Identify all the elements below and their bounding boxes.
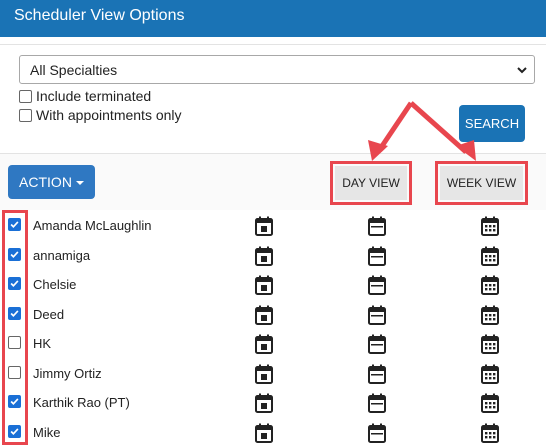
- calendar-grid-icon[interactable]: [481, 393, 499, 413]
- provider-row: Amanda McLaughlin: [0, 211, 546, 241]
- include-terminated-option[interactable]: Include terminated: [19, 88, 151, 104]
- calendar-day-icon[interactable]: [255, 364, 273, 384]
- with-appointments-option[interactable]: With appointments only: [19, 107, 182, 123]
- calendar-day-icon[interactable]: [255, 423, 273, 443]
- provider-checkbox[interactable]: [8, 218, 21, 231]
- calendar-grid-icon[interactable]: [481, 364, 499, 384]
- provider-row: Jimmy Ortiz: [0, 359, 546, 389]
- calendar-blank-icon[interactable]: [368, 334, 386, 354]
- calendar-blank-icon[interactable]: [368, 423, 386, 443]
- with-appointments-label: With appointments only: [36, 107, 182, 123]
- provider-name: annamiga: [33, 247, 91, 263]
- calendar-grid-icon[interactable]: [481, 275, 499, 295]
- provider-name: Amanda McLaughlin: [33, 218, 152, 233]
- day-view-button[interactable]: DAY VIEW: [335, 166, 407, 200]
- action-button-label: ACTION: [19, 174, 72, 190]
- specialty-select-value: All Specialties: [30, 62, 118, 78]
- specialty-select[interactable]: All Specialties: [19, 55, 535, 84]
- provider-checkbox[interactable]: [8, 395, 21, 408]
- week-view-button[interactable]: WEEK VIEW: [440, 166, 523, 200]
- calendar-blank-icon[interactable]: [368, 275, 386, 295]
- calendar-grid-icon[interactable]: [481, 216, 499, 236]
- calendar-day-icon[interactable]: [255, 216, 273, 236]
- provider-name: HK: [33, 336, 52, 351]
- filter-panel: All Specialties Include terminated With …: [0, 44, 546, 154]
- title-bar: Scheduler View Options: [0, 0, 546, 37]
- provider-row: Deed: [0, 300, 546, 330]
- action-button[interactable]: ACTION: [8, 165, 95, 199]
- provider-name: Jimmy Ortiz: [33, 365, 102, 381]
- calendar-grid-icon[interactable]: [481, 423, 499, 443]
- calendar-day-icon[interactable]: [255, 334, 273, 354]
- chevron-down-icon: [517, 67, 527, 74]
- search-button[interactable]: SEARCH: [459, 105, 525, 142]
- calendar-grid-icon[interactable]: [481, 334, 499, 354]
- provider-row: HK: [0, 329, 546, 359]
- calendar-day-icon[interactable]: [255, 275, 273, 295]
- calendar-grid-icon[interactable]: [481, 305, 499, 325]
- provider-checkbox[interactable]: [8, 277, 21, 290]
- provider-row: Karthik Rao (PT): [0, 388, 546, 418]
- provider-row: annamiga: [0, 241, 546, 271]
- provider-checkbox[interactable]: [8, 365, 21, 379]
- provider-checkbox[interactable]: [8, 336, 21, 349]
- provider-checkbox[interactable]: [8, 247, 21, 261]
- provider-checkbox[interactable]: [8, 306, 21, 320]
- provider-row: Chelsie: [0, 270, 546, 300]
- provider-checkbox[interactable]: [8, 424, 21, 438]
- provider-name: Karthik Rao (PT): [33, 395, 130, 410]
- include-terminated-label: Include terminated: [36, 88, 152, 104]
- calendar-day-icon[interactable]: [255, 246, 273, 266]
- calendar-blank-icon[interactable]: [368, 364, 386, 384]
- calendar-blank-icon[interactable]: [368, 246, 386, 266]
- calendar-day-icon[interactable]: [255, 393, 273, 413]
- include-terminated-checkbox[interactable]: [19, 90, 32, 103]
- caret-down-icon: [75, 181, 84, 186]
- calendar-day-icon[interactable]: [255, 305, 273, 325]
- calendar-grid-icon[interactable]: [481, 246, 499, 266]
- calendar-blank-icon[interactable]: [368, 393, 386, 413]
- provider-row: Mike: [0, 418, 546, 445]
- calendar-blank-icon[interactable]: [368, 216, 386, 236]
- calendar-blank-icon[interactable]: [368, 305, 386, 325]
- provider-name: Mike: [33, 424, 61, 440]
- provider-name: Deed: [33, 306, 65, 322]
- provider-name: Chelsie: [33, 277, 77, 292]
- with-appointments-checkbox[interactable]: [19, 109, 32, 122]
- window-title: Scheduler View Options: [14, 7, 185, 24]
